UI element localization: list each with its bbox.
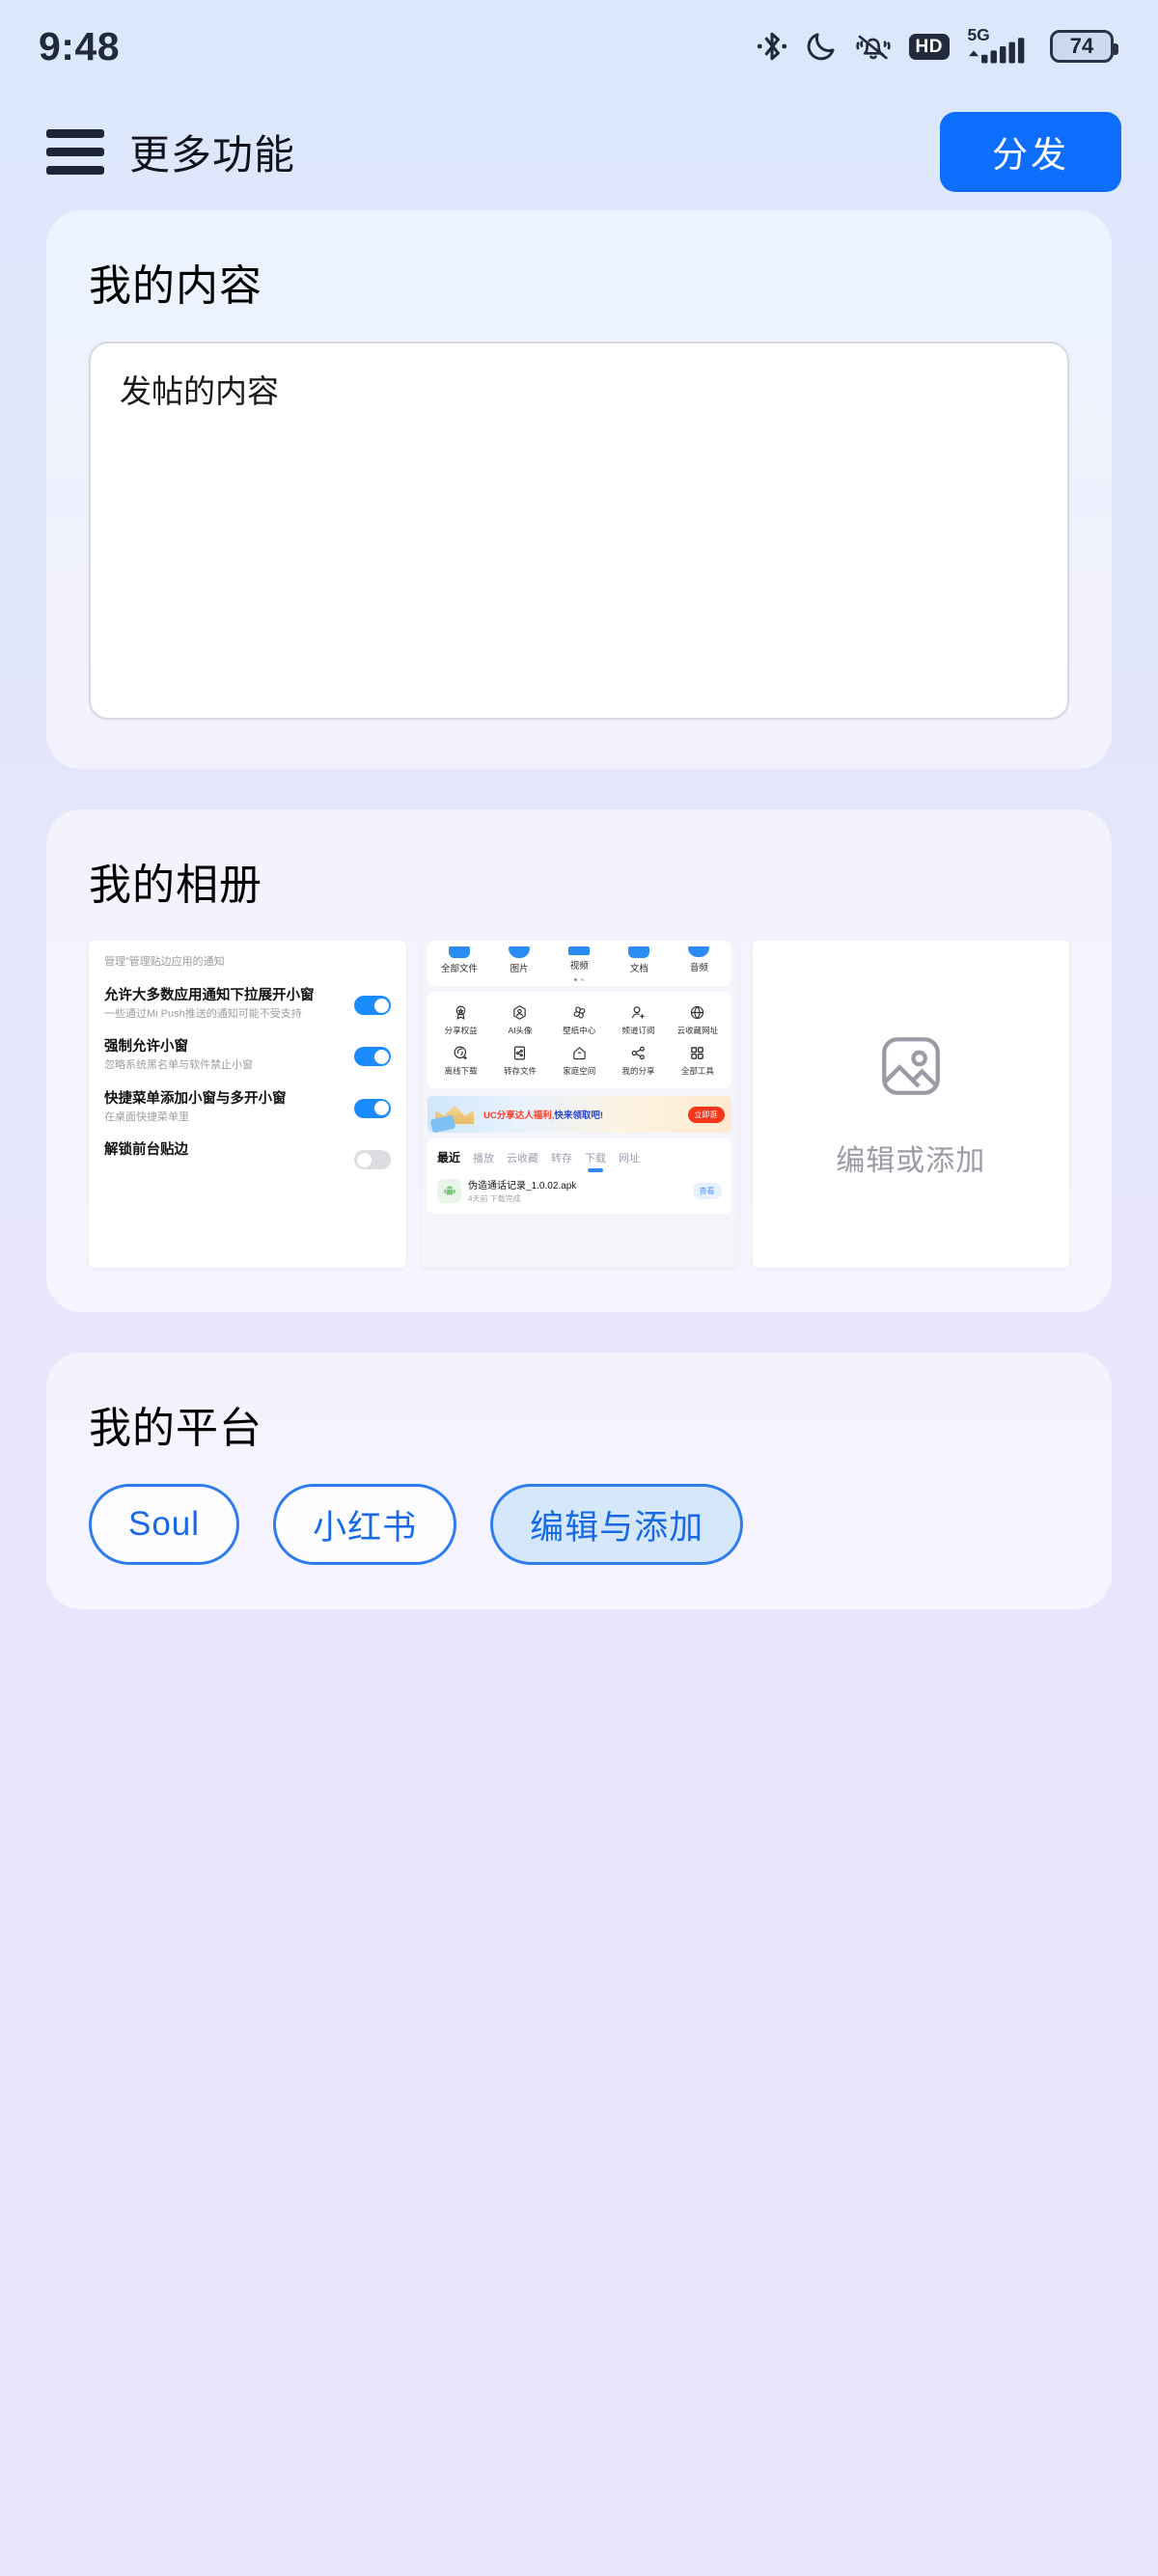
distribute-button[interactable]: 分发 bbox=[940, 111, 1121, 192]
settings-toggle-icon bbox=[354, 1150, 392, 1170]
tool-cloud-bookmark: 云收藏网址 bbox=[668, 1004, 727, 1036]
platform-chip-xiaohongshu[interactable]: 小红书 bbox=[273, 1484, 457, 1565]
my-platform-card: 我的平台 Soul 小红书 编辑与添加 bbox=[46, 1353, 1112, 1609]
status-bar-icons: HD 5G 74 bbox=[756, 25, 1118, 68]
tool-my-shares: 我的分享 bbox=[609, 1045, 668, 1077]
filemanager-tools-grid: 分享权益 AI头像 壁纸中心 频道订阅 云收藏网址 离线下载 转存文件 家庭空间… bbox=[427, 992, 731, 1088]
settings-row-subtitle: 一些通过Mi Push推送的通知可能不受支持 bbox=[104, 1007, 302, 1020]
settings-row-title: 解锁前台贴边 bbox=[104, 1142, 188, 1159]
tool-ai-avatar: AI头像 bbox=[490, 1004, 549, 1036]
settings-row: 允许大多数应用通知下拉展开小窗 一些通过Mi Push推送的通知可能不受支持 bbox=[104, 988, 392, 1021]
settings-toggle-icon bbox=[354, 996, 392, 1015]
promo-text-primary: UC分享达人福利, bbox=[483, 1110, 555, 1121]
album-thumbnail-filemanager[interactable]: 全部文件 图片 视频 文档 音频 分享权益 AI头像 壁纸中心 频道订阅 云收藏… bbox=[421, 941, 738, 1268]
settings-row-title: 允许大多数应用通知下拉展开小窗 bbox=[104, 988, 315, 1003]
platform-chip-edit-add[interactable]: 编辑与添加 bbox=[490, 1484, 744, 1565]
page-title: 更多功能 bbox=[129, 131, 296, 178]
filemanager-category: 全部文件 bbox=[432, 946, 486, 974]
file-name: 伪造通话记录_1.0.02.apk bbox=[468, 1181, 577, 1192]
tab-download[interactable]: 下载 bbox=[585, 1150, 606, 1165]
tool-wallpaper-center: 壁纸中心 bbox=[550, 1004, 609, 1036]
promo-text-secondary: 快来领取吧! bbox=[554, 1110, 604, 1121]
battery-icon: 74 bbox=[1050, 30, 1118, 63]
filemanager-category-row: 全部文件 图片 视频 文档 音频 bbox=[427, 941, 731, 978]
status-bar: 9:48 HD 5G 74 bbox=[0, 0, 1158, 93]
tool-family-space: 家庭空间 bbox=[550, 1045, 609, 1077]
battery-level: 74 bbox=[1069, 34, 1094, 58]
file-list-item[interactable]: 伪造通话记录_1.0.02.apk 4天前 下载完成 查看 bbox=[427, 1165, 731, 1204]
my-album-title: 我的相册 bbox=[89, 862, 262, 909]
filemanager-tools-segment: 分享权益 AI头像 壁纸中心 频道订阅 云收藏网址 离线下载 转存文件 家庭空间… bbox=[427, 992, 731, 1088]
tool-all-tools: 全部工具 bbox=[668, 1045, 727, 1077]
hamburger-menu-icon[interactable] bbox=[46, 128, 104, 175]
my-content-card: 我的内容 bbox=[46, 210, 1112, 769]
bluetooth-icon bbox=[756, 27, 788, 66]
settings-toggle-icon bbox=[354, 1047, 392, 1067]
filemanager-page-dots bbox=[427, 978, 731, 986]
filemanager-category: 图片 bbox=[492, 946, 546, 974]
hd-icon: HD bbox=[908, 33, 950, 60]
tab-playback[interactable]: 播放 bbox=[473, 1150, 494, 1165]
filemanager-top-segment: 全部文件 图片 视频 文档 音频 bbox=[427, 941, 731, 986]
album-thumbnail-list: 管理”管理贴边应用的通知 允许大多数应用通知下拉展开小窗 一些通过Mi Push… bbox=[89, 941, 1069, 1268]
settings-row: 快捷菜单添加小窗与多开小窗 在桌面快捷菜单里 bbox=[104, 1090, 392, 1124]
app-header: 更多功能 分发 bbox=[0, 93, 1158, 210]
tab-url[interactable]: 网址 bbox=[619, 1150, 640, 1165]
post-content-input[interactable] bbox=[89, 342, 1069, 720]
tool-transfer-file: 转存文件 bbox=[490, 1045, 549, 1077]
image-placeholder-icon bbox=[875, 1030, 947, 1102]
svg-text:5G: 5G bbox=[967, 25, 989, 44]
settings-row: 强制允许小窗 忽略系统黑名单与软件禁止小窗 bbox=[104, 1039, 392, 1072]
platform-chip-soul[interactable]: Soul bbox=[89, 1484, 240, 1565]
settings-row-subtitle: 在桌面快捷菜单里 bbox=[104, 1110, 189, 1123]
filemanager-tab-bar: 最近 播放 云收藏 转存 下载 网址 bbox=[427, 1138, 731, 1165]
settings-header-note: 管理”管理贴边应用的通知 bbox=[104, 956, 225, 968]
filemanager-list-segment: 最近 播放 云收藏 转存 下载 网址 伪造通话记录_1.0.02.apk 4天前… bbox=[427, 1138, 731, 1214]
tool-share-benefits: 分享权益 bbox=[431, 1004, 490, 1036]
signal-5g-icon: 5G bbox=[966, 25, 1034, 68]
crown-icon bbox=[427, 1096, 483, 1133]
tool-channel-subscribe: 频道订阅 bbox=[609, 1004, 668, 1036]
settings-row-subtitle: 忽略系统黑名单与软件禁止小窗 bbox=[104, 1059, 253, 1072]
promo-banner[interactable]: UC分享达人福利,快来领取吧! 立即逛 bbox=[427, 1096, 731, 1133]
my-platform-title: 我的平台 bbox=[89, 1405, 262, 1452]
tab-transfer[interactable]: 转存 bbox=[551, 1150, 572, 1165]
settings-toggle-icon bbox=[354, 1098, 392, 1118]
status-bar-clock: 9:48 bbox=[39, 23, 121, 69]
settings-row-title: 强制允许小窗 bbox=[104, 1039, 188, 1055]
album-add-tile-label: 编辑或添加 bbox=[836, 1144, 986, 1177]
settings-row: 解锁前台贴边 bbox=[104, 1142, 392, 1170]
my-album-card: 我的相册 管理”管理贴边应用的通知 允许大多数应用通知下拉展开小窗 一些通过Mi… bbox=[46, 809, 1112, 1312]
album-add-tile[interactable]: 编辑或添加 bbox=[752, 941, 1069, 1268]
promo-banner-cta[interactable]: 立即逛 bbox=[687, 1106, 725, 1123]
android-apk-icon bbox=[437, 1178, 462, 1203]
tab-cloud-favorites[interactable]: 云收藏 bbox=[507, 1150, 538, 1165]
header-left-group: 更多功能 bbox=[46, 123, 295, 181]
tool-offline-download: 离线下载 bbox=[431, 1045, 490, 1077]
filemanager-category: 视频 bbox=[552, 946, 606, 974]
platform-chip-list: Soul 小红书 编辑与添加 bbox=[89, 1484, 1069, 1565]
tab-recent[interactable]: 最近 bbox=[437, 1149, 460, 1165]
album-thumbnail-settings[interactable]: 管理”管理贴边应用的通知 允许大多数应用通知下拉展开小窗 一些通过Mi Push… bbox=[89, 941, 407, 1268]
settings-row-title: 快捷菜单添加小窗与多开小窗 bbox=[104, 1090, 287, 1107]
file-view-button[interactable]: 查看 bbox=[692, 1182, 722, 1199]
do-not-disturb-moon-icon bbox=[805, 29, 838, 64]
mute-vibrate-bell-icon bbox=[854, 29, 893, 64]
file-meta: 4天前 下载完成 bbox=[468, 1194, 521, 1203]
filemanager-category: 音频 bbox=[672, 946, 726, 974]
promo-banner-text: UC分享达人福利,快来领取吧! bbox=[483, 1108, 603, 1121]
filemanager-category: 文档 bbox=[612, 946, 666, 974]
my-content-title: 我的内容 bbox=[89, 262, 262, 310]
file-info: 伪造通话记录_1.0.02.apk 4天前 下载完成 bbox=[468, 1177, 576, 1204]
